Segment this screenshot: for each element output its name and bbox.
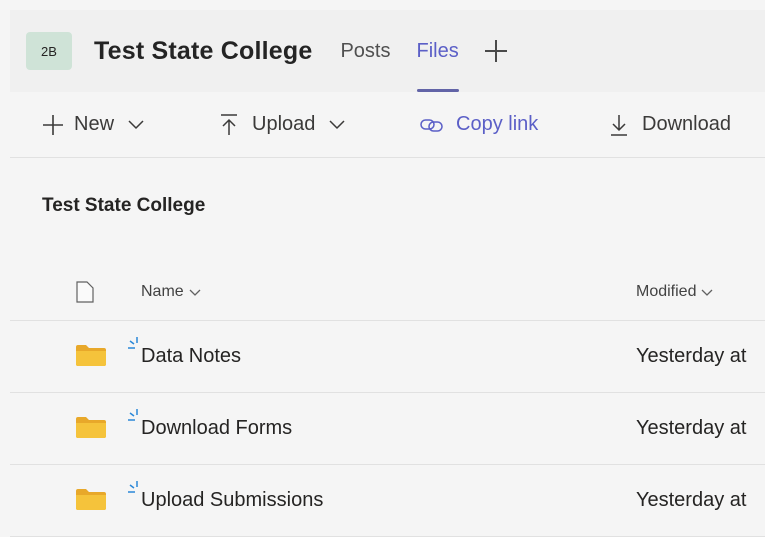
folder-icon	[76, 489, 106, 510]
upload-button-label: Upload	[252, 113, 316, 135]
download-button[interactable]: Download	[610, 113, 731, 136]
folder-icon	[76, 345, 106, 366]
file-type-icon	[76, 281, 94, 303]
folder-breadcrumb-title: Test State College	[42, 195, 206, 216]
chevron-down-icon	[128, 119, 144, 129]
folder-icon	[76, 417, 106, 438]
table-row[interactable]: Download Forms Yesterday at	[10, 393, 765, 465]
tab-files[interactable]: Files	[416, 10, 459, 92]
download-icon	[611, 114, 627, 136]
tab-posts[interactable]: Posts	[340, 10, 390, 92]
copy-link-button-label: Copy link	[456, 113, 539, 135]
new-button[interactable]: New	[42, 113, 144, 136]
column-name-label: Name	[141, 283, 184, 300]
column-header-name[interactable]: Name	[141, 283, 201, 301]
file-modified: Yesterday at	[636, 489, 747, 511]
file-modified: Yesterday at	[636, 345, 747, 367]
upload-icon	[221, 113, 237, 135]
file-name[interactable]: Upload Submissions	[141, 489, 323, 512]
table-row[interactable]: Data Notes Yesterday at	[10, 321, 765, 393]
files-toolbar: New Upload Copy link Download	[10, 93, 765, 158]
file-name[interactable]: Data Notes	[141, 345, 241, 368]
column-header-modified[interactable]: Modified	[636, 283, 713, 301]
column-modified-label: Modified	[636, 283, 697, 300]
chevron-down-icon	[189, 289, 201, 296]
team-title: Test State College	[94, 36, 313, 65]
file-modified: Yesterday at	[636, 417, 747, 439]
team-avatar-initials: 2B	[41, 43, 57, 59]
add-tab-plus-icon[interactable]	[484, 40, 507, 62]
new-button-label: New	[74, 113, 115, 135]
file-name[interactable]: Download Forms	[141, 417, 292, 440]
channel-header: 2B Test State College Posts Files	[10, 10, 765, 92]
table-row[interactable]: Upload Submissions Yesterday at	[10, 465, 765, 537]
copy-link-button[interactable]: Copy link	[420, 113, 538, 136]
plus-icon	[43, 114, 63, 135]
upload-button[interactable]: Upload	[220, 113, 345, 136]
download-button-label: Download	[642, 113, 731, 135]
chevron-down-icon	[329, 119, 345, 129]
link-icon	[420, 118, 443, 132]
chevron-down-icon	[702, 289, 713, 296]
team-avatar[interactable]: 2B	[26, 32, 72, 70]
file-list-header: Name Modified	[10, 266, 765, 321]
